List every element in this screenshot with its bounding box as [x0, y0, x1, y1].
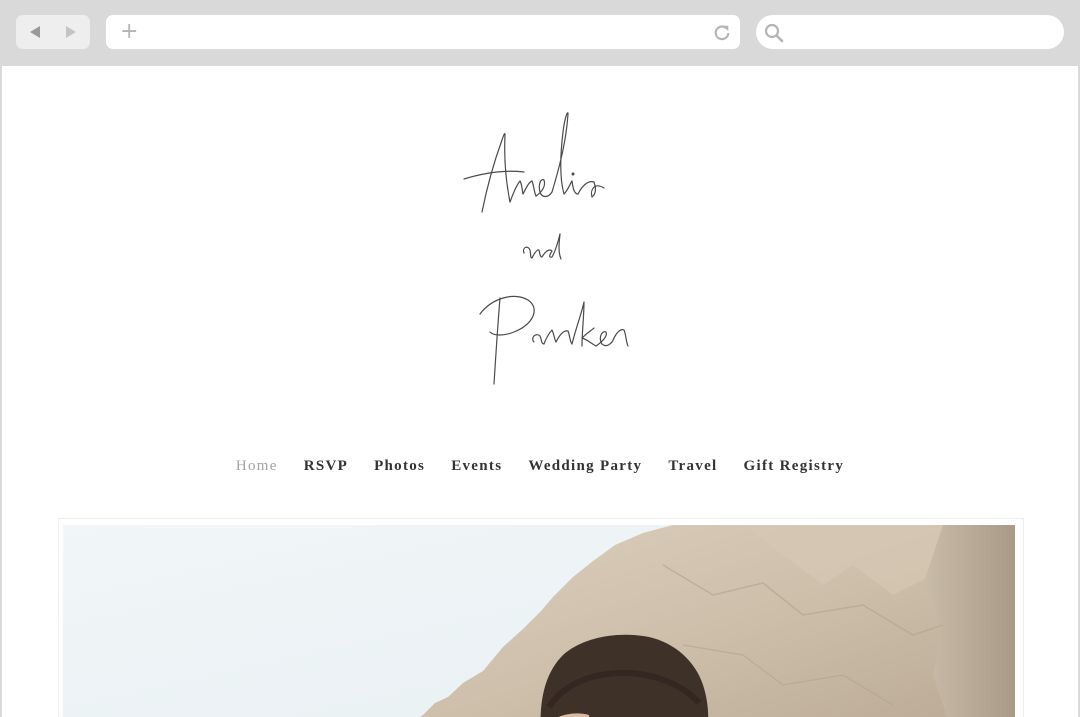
search-bar[interactable] — [756, 15, 1064, 49]
hero-photo-frame — [58, 518, 1024, 717]
website-page: Home RSVP Photos Events Wedding Party Tr… — [2, 66, 1078, 717]
hero-photo — [63, 525, 1015, 717]
nav-item-home[interactable]: Home — [236, 458, 278, 482]
nav-item-wedding-party[interactable]: Wedding Party — [528, 458, 642, 482]
new-tab-icon[interactable]: + — [120, 21, 138, 43]
site-navigation: Home RSVP Photos Events Wedding Party Tr… — [2, 458, 1078, 482]
forward-arrow-icon[interactable] — [66, 26, 76, 38]
nav-item-photos[interactable]: Photos — [374, 458, 425, 482]
reload-icon[interactable] — [713, 23, 731, 41]
nav-item-events[interactable]: Events — [451, 458, 502, 482]
couple-names-monogram — [463, 112, 629, 385]
nav-item-rsvp[interactable]: RSVP — [304, 458, 348, 482]
address-bar[interactable]: + — [106, 15, 740, 49]
history-buttons — [16, 15, 90, 49]
nav-item-gift-registry[interactable]: Gift Registry — [744, 458, 845, 482]
back-arrow-icon[interactable] — [30, 26, 40, 38]
browser-chrome: + — [0, 0, 1080, 66]
nav-item-travel[interactable]: Travel — [668, 458, 717, 482]
search-icon — [764, 23, 784, 43]
